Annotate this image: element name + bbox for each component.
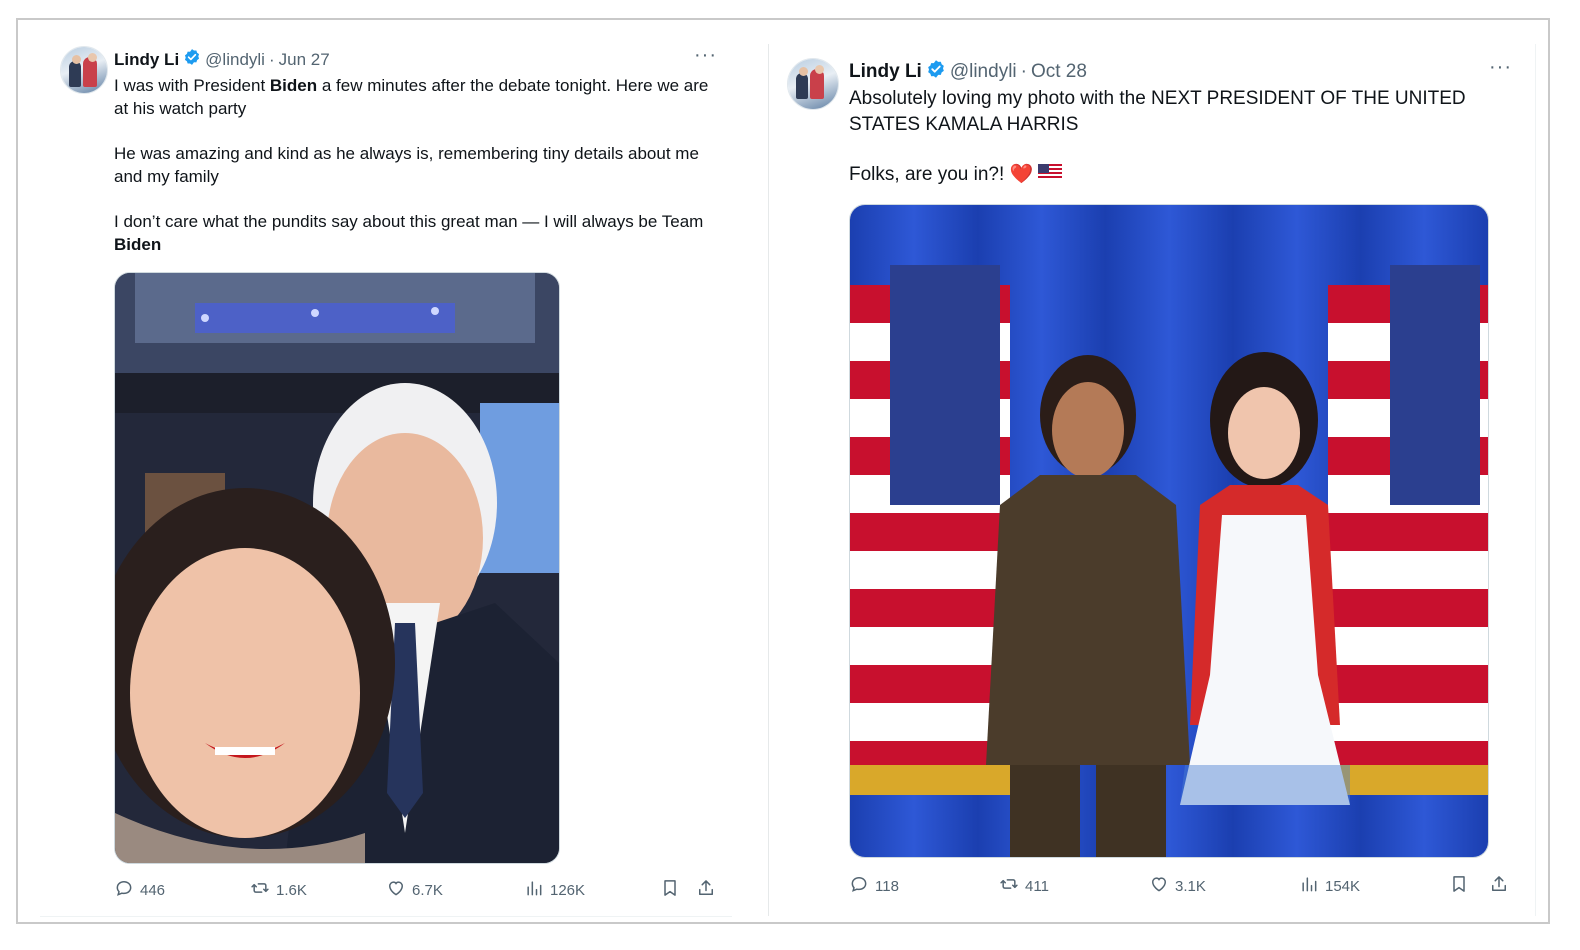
views-count: 126K (550, 881, 586, 899)
reply-icon (114, 878, 134, 902)
author-name[interactable]: Lindy Li (849, 61, 922, 83)
tweet-actions: 118 411 3.1K 154K (849, 874, 1519, 898)
repost-button[interactable]: 411 (999, 874, 1049, 898)
views-button[interactable]: 154K (1299, 874, 1360, 898)
tweet-text: Absolutely loving my photo with the NEXT… (849, 86, 1489, 188)
tweet-photo[interactable] (849, 204, 1489, 858)
separator-dot: · (268, 49, 275, 69)
reply-count: 446 (140, 881, 166, 899)
tweet-date[interactable]: Oct 28 (1031, 61, 1087, 83)
repost-count: 1.6K (276, 881, 307, 899)
like-button[interactable]: 3.1K (1149, 874, 1206, 898)
views-button[interactable]: 126K (524, 878, 585, 902)
heart-emoji-icon: ❤️ (1009, 164, 1034, 186)
tweet-text: I was with President Biden a few minutes… (114, 74, 714, 256)
repost-icon (250, 878, 270, 902)
text-span: I don’t care what the pundits say about … (114, 212, 704, 231)
separator-dot: · (1020, 61, 1027, 82)
author-handle[interactable]: @lindyli (205, 50, 265, 70)
photo-flags-illustration (850, 205, 1488, 857)
tweet-paragraph: He was amazing and kind as he always is,… (114, 144, 699, 186)
verified-badge-icon (183, 48, 201, 71)
us-flag-emoji-icon (1038, 162, 1063, 188)
tweet-header: Lindy Li @lindyli · Jun 27 (114, 48, 330, 71)
tweet-card[interactable]: Lindy Li @lindyli · Jun 27 ··· I was wit… (40, 36, 732, 917)
author-avatar[interactable] (60, 46, 108, 94)
bookmark-icon (660, 878, 680, 902)
reply-count: 118 (875, 877, 899, 895)
repost-button[interactable]: 1.6K (250, 878, 307, 902)
photo-selfie-illustration (115, 273, 559, 863)
text-bold: Biden (269, 76, 318, 95)
tweet-paragraph: I was with President Biden a few minutes… (114, 74, 714, 120)
share-icon (696, 878, 716, 902)
text-span: I was with President (114, 76, 270, 95)
views-icon (1299, 874, 1319, 898)
tweet-header: Lindy Li @lindyli · Oct 28 (849, 59, 1087, 85)
repost-icon (999, 874, 1019, 898)
author-name[interactable]: Lindy Li (114, 50, 179, 70)
bookmark-button[interactable] (660, 878, 680, 902)
more-icon[interactable]: ··· (1489, 56, 1512, 79)
text-bold: Biden (114, 235, 162, 254)
repost-count: 411 (1025, 877, 1049, 895)
reply-icon (849, 874, 869, 898)
share-button[interactable] (696, 878, 716, 902)
like-icon (1149, 874, 1169, 898)
text-span: Folks, are you in?! (849, 164, 1005, 186)
views-icon (524, 878, 544, 902)
share-button[interactable] (1489, 874, 1509, 898)
verified-badge-icon (926, 59, 946, 85)
reply-button[interactable]: 446 (114, 878, 165, 902)
like-count: 3.1K (1175, 877, 1206, 895)
reply-button[interactable]: 118 (849, 874, 899, 898)
tweet-paragraph: I don’t care what the pundits say about … (114, 210, 714, 256)
more-icon[interactable]: ··· (694, 44, 717, 67)
bookmark-icon (1449, 874, 1469, 898)
tweet-paragraph: Absolutely loving my photo with the NEXT… (849, 88, 1466, 135)
tweet-photo[interactable] (114, 272, 560, 864)
tweet-actions: 446 1.6K 6.7K 126K (114, 878, 724, 902)
views-count: 154K (1325, 877, 1361, 895)
share-icon (1489, 874, 1509, 898)
author-handle[interactable]: @lindyli (950, 61, 1017, 83)
tweet-paragraph: Folks, are you in?! ❤️ (849, 162, 1489, 188)
like-icon (386, 878, 406, 902)
like-count: 6.7K (412, 881, 443, 899)
bookmark-button[interactable] (1449, 874, 1469, 898)
tweet-card[interactable]: Lindy Li @lindyli · Oct 28 ··· Absolutel… (768, 44, 1536, 916)
tweet-date[interactable]: Jun 27 (279, 50, 330, 70)
author-avatar[interactable] (787, 58, 839, 110)
like-button[interactable]: 6.7K (386, 878, 443, 902)
